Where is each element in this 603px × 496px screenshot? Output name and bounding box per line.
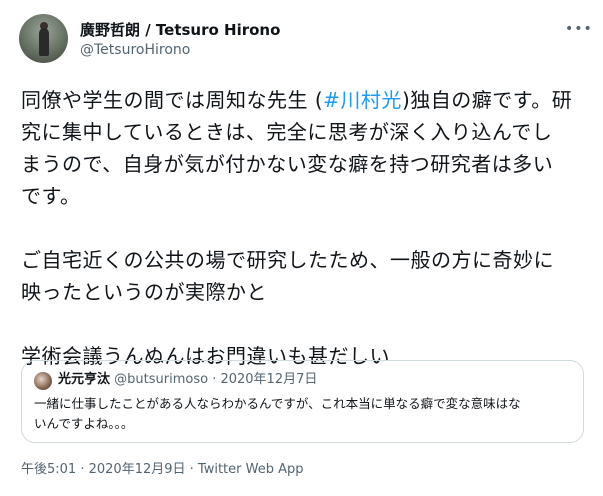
tweet-line: 究に集中しているときは、完全に思考が深く入り込んでし [21,120,553,144]
tweet-line: 映ったというのが実際かと [21,280,267,304]
author-avatar[interactable] [19,14,68,63]
quoted-author-avatar [34,372,52,390]
quoted-separator: · [208,372,221,387]
tweet-line: ご自宅近くの公共の場で研究したため、一般の方に奇妙に [21,248,554,272]
quoted-tweet-line: 一緒に仕事したことがある人ならわかるんですが、これ本当に単なる癖で変な意味はな [34,396,521,411]
footer-separator: · [76,462,89,477]
hashtag-link[interactable]: #川村光 [323,88,402,112]
tweet-text: 同僚や学生の間では周知な先生 (#川村光)独自の癖です。研 究に集中しているとき… [21,84,596,372]
tweet-client-link[interactable]: Twitter Web App [198,462,304,477]
tweet-time-link[interactable]: 午後5:01 [21,462,76,477]
author-handle[interactable]: @TetsuroHirono [80,40,190,60]
quoted-tweet-line: いんですよね。。。 [34,416,134,431]
quoted-tweet-date: 2020年12月7日 [220,372,318,387]
quoted-tweet[interactable]: 光元亨汰 @butsurimoso · 2020年12月7日 一緒に仕事したこと… [21,360,584,443]
quoted-tweet-header: 光元亨汰 @butsurimoso · 2020年12月7日 [58,370,317,390]
tweet: 廣野哲朗 / Tetsuro Hirono @TetsuroHirono •••… [0,0,603,496]
tweet-footer: 午後5:01 · 2020年12月9日 · Twitter Web App [21,460,304,480]
tweet-line: です。 [21,184,81,208]
tweet-text-segment: 同僚や学生の間では周知な先生 ( [21,88,324,112]
tweet-text-segment: )独自の癖です。研 [401,88,573,112]
more-horizontal-icon[interactable]: ••• [565,22,592,36]
footer-separator: · [185,462,198,477]
tweet-line: 同僚や学生の間では周知な先生 (#川村光)独自の癖です。研 [21,84,596,116]
tweet-line: まうので、自身が気が付かない変な癖を持つ研究者は多い [21,152,554,176]
quoted-author-handle: @butsurimoso [114,372,209,387]
avatar-figure-body [39,28,49,56]
tweet-date-link[interactable]: 2020年12月9日 [89,462,186,477]
quoted-tweet-text: 一緒に仕事したことがある人ならわかるんですが、これ本当に単なる癖で変な意味はな … [34,394,574,434]
quoted-author-display-name: 光元亨汰 [58,372,111,387]
author-display-name[interactable]: 廣野哲朗 / Tetsuro Hirono [80,20,280,40]
